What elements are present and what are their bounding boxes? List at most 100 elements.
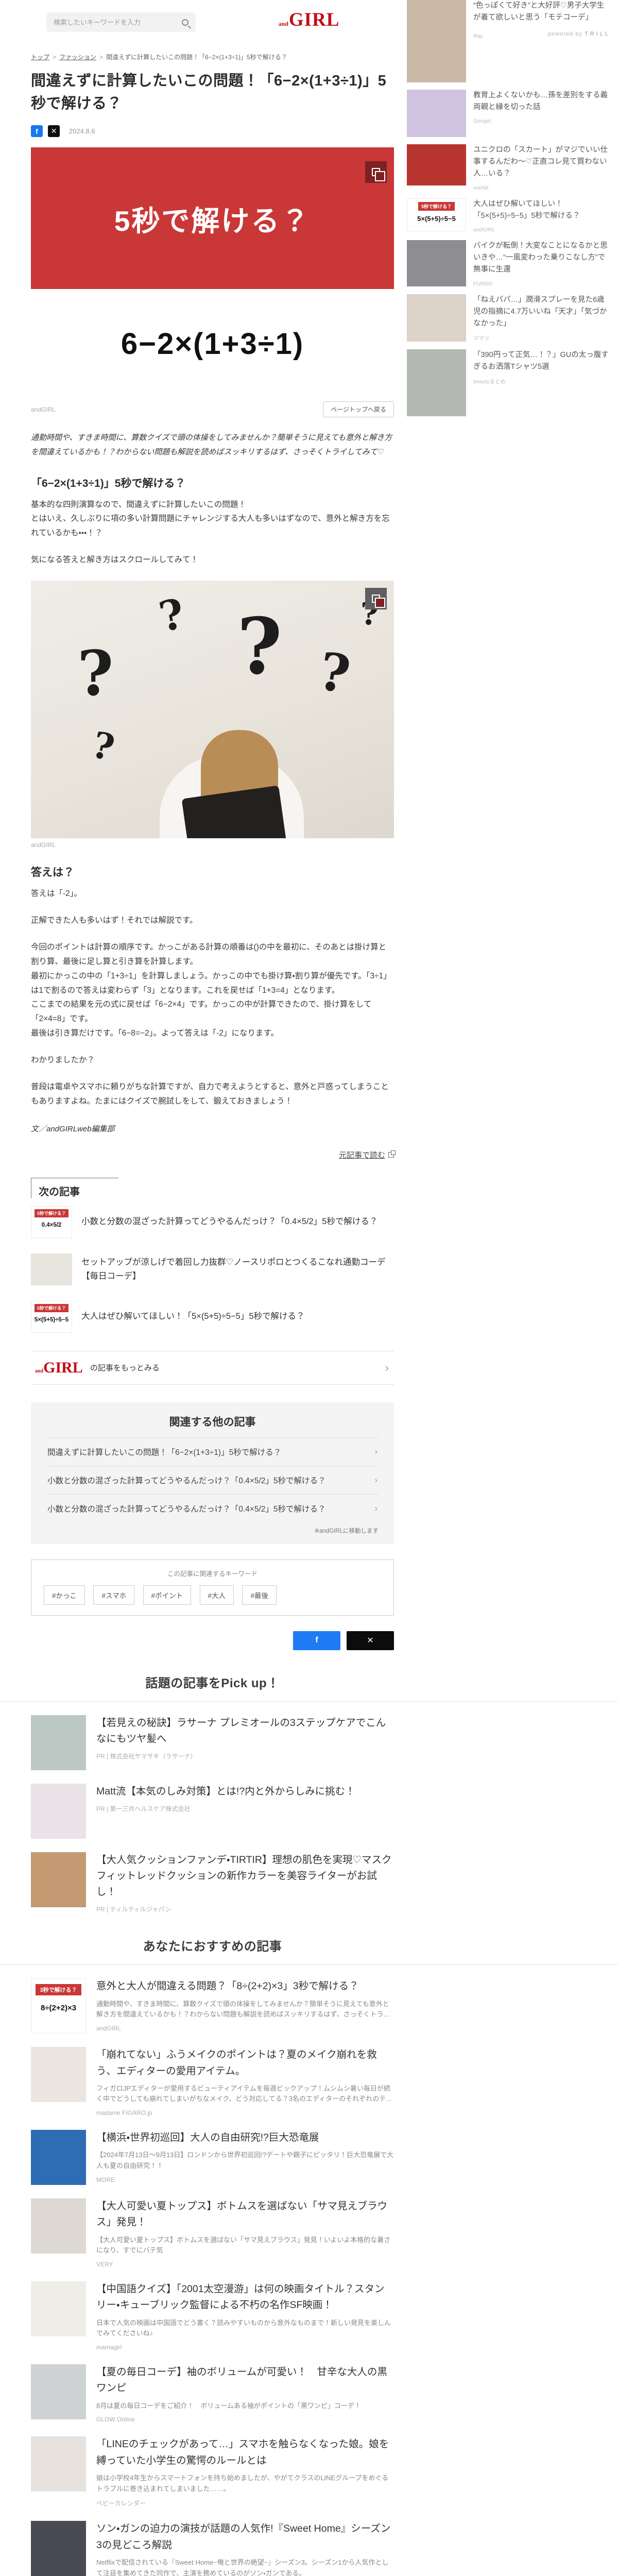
sidebar-article[interactable]: “色っぽくて好き”と大好評♡男子大学生が着て欲しいと思う「モテコーデ」 Ray …: [407, 0, 610, 82]
sidebar-article[interactable]: ユニクロの「スカート」がマジでいい仕事するんだわ〜♡正直コレ見て買わない人…いる…: [407, 144, 610, 191]
chevron-right-icon: ›: [374, 1503, 377, 1513]
recommend-item[interactable]: 【横浜・世界初巡回】大人の自由研究!?巨大恐竜展 【2024年7月13日〜9月1…: [31, 2130, 394, 2185]
sidebar-article-title[interactable]: 「390円って正気…！？」GUの太っ腹すぎるお洒落Tシャツ5選: [473, 349, 610, 373]
keyword-tag[interactable]: #かっこ: [44, 1585, 85, 1605]
sidebar-article[interactable]: 5秒で解ける？ 5×(5+5)÷5−5 大人はぜひ解いてほしい！「5×(5+5)…: [407, 198, 610, 233]
sidebar-article-source: michill: [473, 184, 489, 191]
keyword-tag[interactable]: #ポイント: [143, 1585, 192, 1605]
keyword-tag[interactable]: #スマホ: [93, 1585, 135, 1605]
keyword-tags: #かっこ #スマホ #ポイント #大人 #最後: [44, 1580, 381, 1605]
recommend-source: andGIRL: [96, 2025, 122, 2032]
keyword-tag[interactable]: #最後: [242, 1585, 277, 1605]
recommend-item[interactable]: 「崩れてない」ふうメイクのポイントは？夏のメイク崩れを救う、エディターの愛用アイ…: [31, 2047, 394, 2116]
sidebar-article-title[interactable]: バイクが転倒！大変なことになるかと思いきや…“一風変わった乗りこなし方”で無事に…: [473, 240, 610, 276]
article-thumbnail: [31, 2364, 86, 2420]
site-logo[interactable]: andGIRL: [279, 10, 340, 29]
sidebar-article-title[interactable]: 「ねえパパ…」潤滑スプレーを見た6歳児の指摘に4.7万いいね「天才」「気づかなか…: [473, 294, 610, 330]
recommend-title[interactable]: ソン・ガンの迫力の演技が話題の人気作!『Sweet Home』シーズン3の見どこ…: [96, 2521, 394, 2553]
sidebar-article-source: andGIRL: [473, 226, 495, 233]
related-article-title[interactable]: 小数と分数の混ざった計算ってどうやるんだっけ？「0.4×5/2」5秒で解ける？: [47, 1475, 326, 1486]
question-scroll-note: 気になる答えと解き方はスクロールしてみて！: [31, 555, 199, 565]
recommend-desc: 通勤時間や、すきま時間に、算数クイズで頭の体操をしてみませんか？簡単そうに見えて…: [96, 1999, 390, 2019]
sidebar-article-title[interactable]: “色っぽくて好き”と大好評♡男子大学生が着て欲しいと思う「モテコーデ」: [473, 0, 610, 24]
author-credit: 文／andGIRLweb編集部: [31, 1124, 115, 1133]
article-thumbnail: 3秒で解ける？ 8÷(2+2)×3: [31, 1978, 86, 2034]
related-article-title[interactable]: 小数と分数の混ざった計算ってどうやるんだっけ？「0.4×5/2」5秒で解ける？: [47, 1503, 326, 1514]
keyword-tag[interactable]: #大人: [199, 1585, 234, 1605]
recommend-desc: 娘は小学校4年生からスマートフォンを持ち始めましたが、やがてクラスのLINEグル…: [96, 2473, 389, 2493]
breadcrumb-home[interactable]: トップ: [31, 54, 49, 61]
question-mark-doodle: ?: [154, 589, 189, 641]
recommend-title[interactable]: 【横浜・世界初巡回】大人の自由研究!?巨大恐竜展: [96, 2130, 394, 2146]
recommend-item[interactable]: 【中国語クイズ】「2001太空漫游」は何の映画タイトル？スタンリー・キューブリッ…: [31, 2281, 394, 2351]
sidebar-article-title[interactable]: 教育上よくないかも…孫を差別をする義両親と縁を切った話: [473, 90, 610, 113]
pickup-title[interactable]: 【大人気クッションファンデ・TIRTIR】理想の肌色を実現♡マスクフィットレッド…: [96, 1852, 394, 1901]
pickup-item[interactable]: 【若見えの秘訣】ラサーナ プレミオールの3ステップケアでこんなにもツヤ髪へ PR…: [31, 1715, 394, 1770]
x-share-icon[interactable]: ✕: [48, 125, 60, 137]
facebook-share-icon[interactable]: f: [31, 125, 43, 137]
recommend-title[interactable]: 「崩れてない」ふうメイクのポイントは？夏のメイク崩れを救う、エディターの愛用アイ…: [96, 2047, 394, 2079]
sidebar-article[interactable]: 教育上よくないかも…孫を差別をする義両親と縁を切った話 Googirl: [407, 90, 610, 137]
article-thumbnail: [31, 2047, 86, 2103]
recommend-desc: Netflixで配信されている『Sweet Home−俺と世界の絶望−』シーズン…: [96, 2558, 389, 2576]
next-article-item[interactable]: セットアップが涼しげで着回し力抜群♡ノースリポロとつくるこなれ通勤コーデ【毎日コ…: [31, 1246, 394, 1293]
sidebar-article-source: ママリ: [473, 335, 490, 342]
pickup-item[interactable]: Matt流【本気のしみ対策】とは!?内と外からしみに挑む！ PR | 第一三共ヘ…: [31, 1783, 394, 1839]
image-credit: andGIRL: [31, 841, 56, 849]
external-link-icon: [388, 1150, 396, 1158]
next-article-title[interactable]: 大人はぜひ解いてほしい！「5×(5+5)÷5−5」5秒で解ける？: [81, 1310, 305, 1324]
thumb-formula: 5×(5+5)÷5−5: [417, 214, 456, 223]
original-article-link[interactable]: 元記事で読む: [339, 1151, 385, 1160]
recommend-item[interactable]: 3秒で解ける？ 8÷(2+2)×3 意外と大人が間違える問題？「8÷(2+2)×…: [31, 1978, 394, 2034]
recommend-title[interactable]: 「LINEのチェックがあって…」スマホを触らなくなった娘。娘を縛っていた小学生の…: [96, 2436, 394, 2468]
breadcrumb-separator: >: [53, 54, 57, 61]
recommend-title[interactable]: 意外と大人が間違える問題？「8÷(2+2)×3」3秒で解ける？: [96, 1978, 394, 1994]
next-article-item[interactable]: 5秒で解ける？ 5×(5+5)÷5−5 大人はぜひ解いてほしい！「5×(5+5)…: [31, 1293, 394, 1341]
recommend-item[interactable]: 「LINEのチェックがあって…」スマホを触らなくなった娘。娘を縛っていた小学生の…: [31, 2436, 394, 2507]
thumb-pill-label: 5秒で解ける？: [35, 1303, 68, 1312]
facebook-share-button[interactable]: f: [293, 1631, 340, 1650]
pickup-title[interactable]: 【若見えの秘訣】ラサーナ プレミオールの3ステップケアでこんなにもツヤ髪へ: [96, 1715, 394, 1747]
publish-date: 2024.8.6: [69, 127, 95, 135]
breadcrumb-category[interactable]: ファッション: [59, 54, 96, 61]
more-articles-banner[interactable]: andGIRL の記事をもっとみる ›: [31, 1350, 394, 1385]
next-article-item[interactable]: 5秒で解ける？ 0.4×5/2 小数と分数の混ざった計算ってどうやるんだっけ？「…: [31, 1198, 394, 1246]
next-article-title[interactable]: 小数と分数の混ざった計算ってどうやるんだっけ？「0.4×5/2」5秒で解ける？: [81, 1215, 377, 1229]
recommend-item[interactable]: 【大人可愛い夏トップス】ボトムスを選ばない「サマ見えブラウス」発見！ 【大人可愛…: [31, 2198, 394, 2268]
recommend-title[interactable]: 【夏の毎日コーデ】袖のボリュームが可愛い！ 甘辛な大人の黒ワンピ: [96, 2364, 394, 2396]
article-meta: f ✕ 2024.8.6: [31, 125, 394, 137]
recommend-item[interactable]: 【夏の毎日コーデ】袖のボリュームが可愛い！ 甘辛な大人の黒ワンピ 8月は夏の毎日…: [31, 2364, 394, 2423]
search-input[interactable]: [54, 18, 182, 26]
sidebar-article[interactable]: 「390円って正気…！？」GUの太っ腹すぎるお洒落Tシャツ5選 beautyまと…: [407, 349, 610, 417]
next-article-title[interactable]: セットアップが涼しげで着回し力抜群♡ノースリポロとつくるこなれ通勤コーデ【毎日コ…: [81, 1256, 394, 1283]
sidebar-article-title[interactable]: ユニクロの「スカート」がマジでいい仕事するんだわ〜♡正直コレ見て買わない人…いる…: [473, 144, 610, 180]
hero-image: 5秒で解ける？ 6−2×(1+3÷1): [31, 147, 394, 398]
search-icon[interactable]: [182, 19, 188, 26]
recommend-title[interactable]: 【大人可愛い夏トップス】ボトムスを選ばない「サマ見えブラウス」発見！: [96, 2198, 394, 2230]
related-article-row[interactable]: 間違えずに計算したいこの問題！「6−2×(1+3÷1)」5秒で解ける？ ›: [46, 1437, 379, 1466]
article-thumbnail: [407, 90, 466, 137]
pickup-title[interactable]: Matt流【本気のしみ対策】とは!?内と外からしみに挑む！: [96, 1784, 355, 1800]
powered-by-trill: powered by TRILL: [548, 30, 610, 37]
gallery-icon[interactable]: [365, 161, 387, 183]
sidebar-article[interactable]: 「ねえパパ…」潤滑スプレーを見た6歳児の指摘に4.7万いいね「天才」「気づかなか…: [407, 294, 610, 343]
recommend-title[interactable]: 【中国語クイズ】「2001太空漫游」は何の映画タイトル？スタンリー・キューブリッ…: [96, 2281, 394, 2313]
banner-logo: andGIRL: [35, 1359, 83, 1376]
gallery-icon[interactable]: [365, 588, 387, 610]
divider: [0, 1701, 618, 1702]
related-article-row[interactable]: 小数と分数の混ざった計算ってどうやるんだっけ？「0.4×5/2」5秒で解ける？ …: [46, 1465, 379, 1494]
recommend-desc: 日本で人気の映画は中国語でどう書く？読みやすいものから意外なものまで！新しい発見…: [96, 2318, 391, 2337]
sidebar-article-title[interactable]: 大人はぜひ解いてほしい！「5×(5+5)÷5−5」5秒で解ける？: [473, 198, 610, 222]
related-article-row[interactable]: 小数と分数の混ざった計算ってどうやるんだっけ？「0.4×5/2」5秒で解ける？ …: [46, 1494, 379, 1522]
x-share-button[interactable]: ✕: [347, 1631, 394, 1650]
hero-formula: 6−2×(1+3÷1): [31, 289, 394, 398]
pickup-item[interactable]: 【大人気クッションファンデ・TIRTIR】理想の肌色を実現♡マスクフィットレッド…: [31, 1852, 394, 1914]
related-article-title[interactable]: 間違えずに計算したいこの問題！「6−2×(1+3÷1)」5秒で解ける？: [47, 1446, 281, 1458]
recommend-item[interactable]: ソン・ガンの迫力の演技が話題の人気作!『Sweet Home』シーズン3の見どこ…: [31, 2521, 394, 2576]
hero-banner-text: 5秒で解ける？: [114, 205, 311, 237]
search-box[interactable]: [46, 12, 196, 32]
chevron-right-icon: ›: [374, 1446, 377, 1456]
back-to-top-button[interactable]: ページトップへ戻る: [323, 401, 394, 417]
breadcrumb: トップ > ファッション > 間違えずに計算したいこの問題！「6−2×(1+3÷1)」5…: [31, 53, 394, 62]
sidebar-article[interactable]: バイクが転倒！大変なことになるかと思いきや…“一風変わった乗りこなし方”で無事に…: [407, 240, 610, 287]
